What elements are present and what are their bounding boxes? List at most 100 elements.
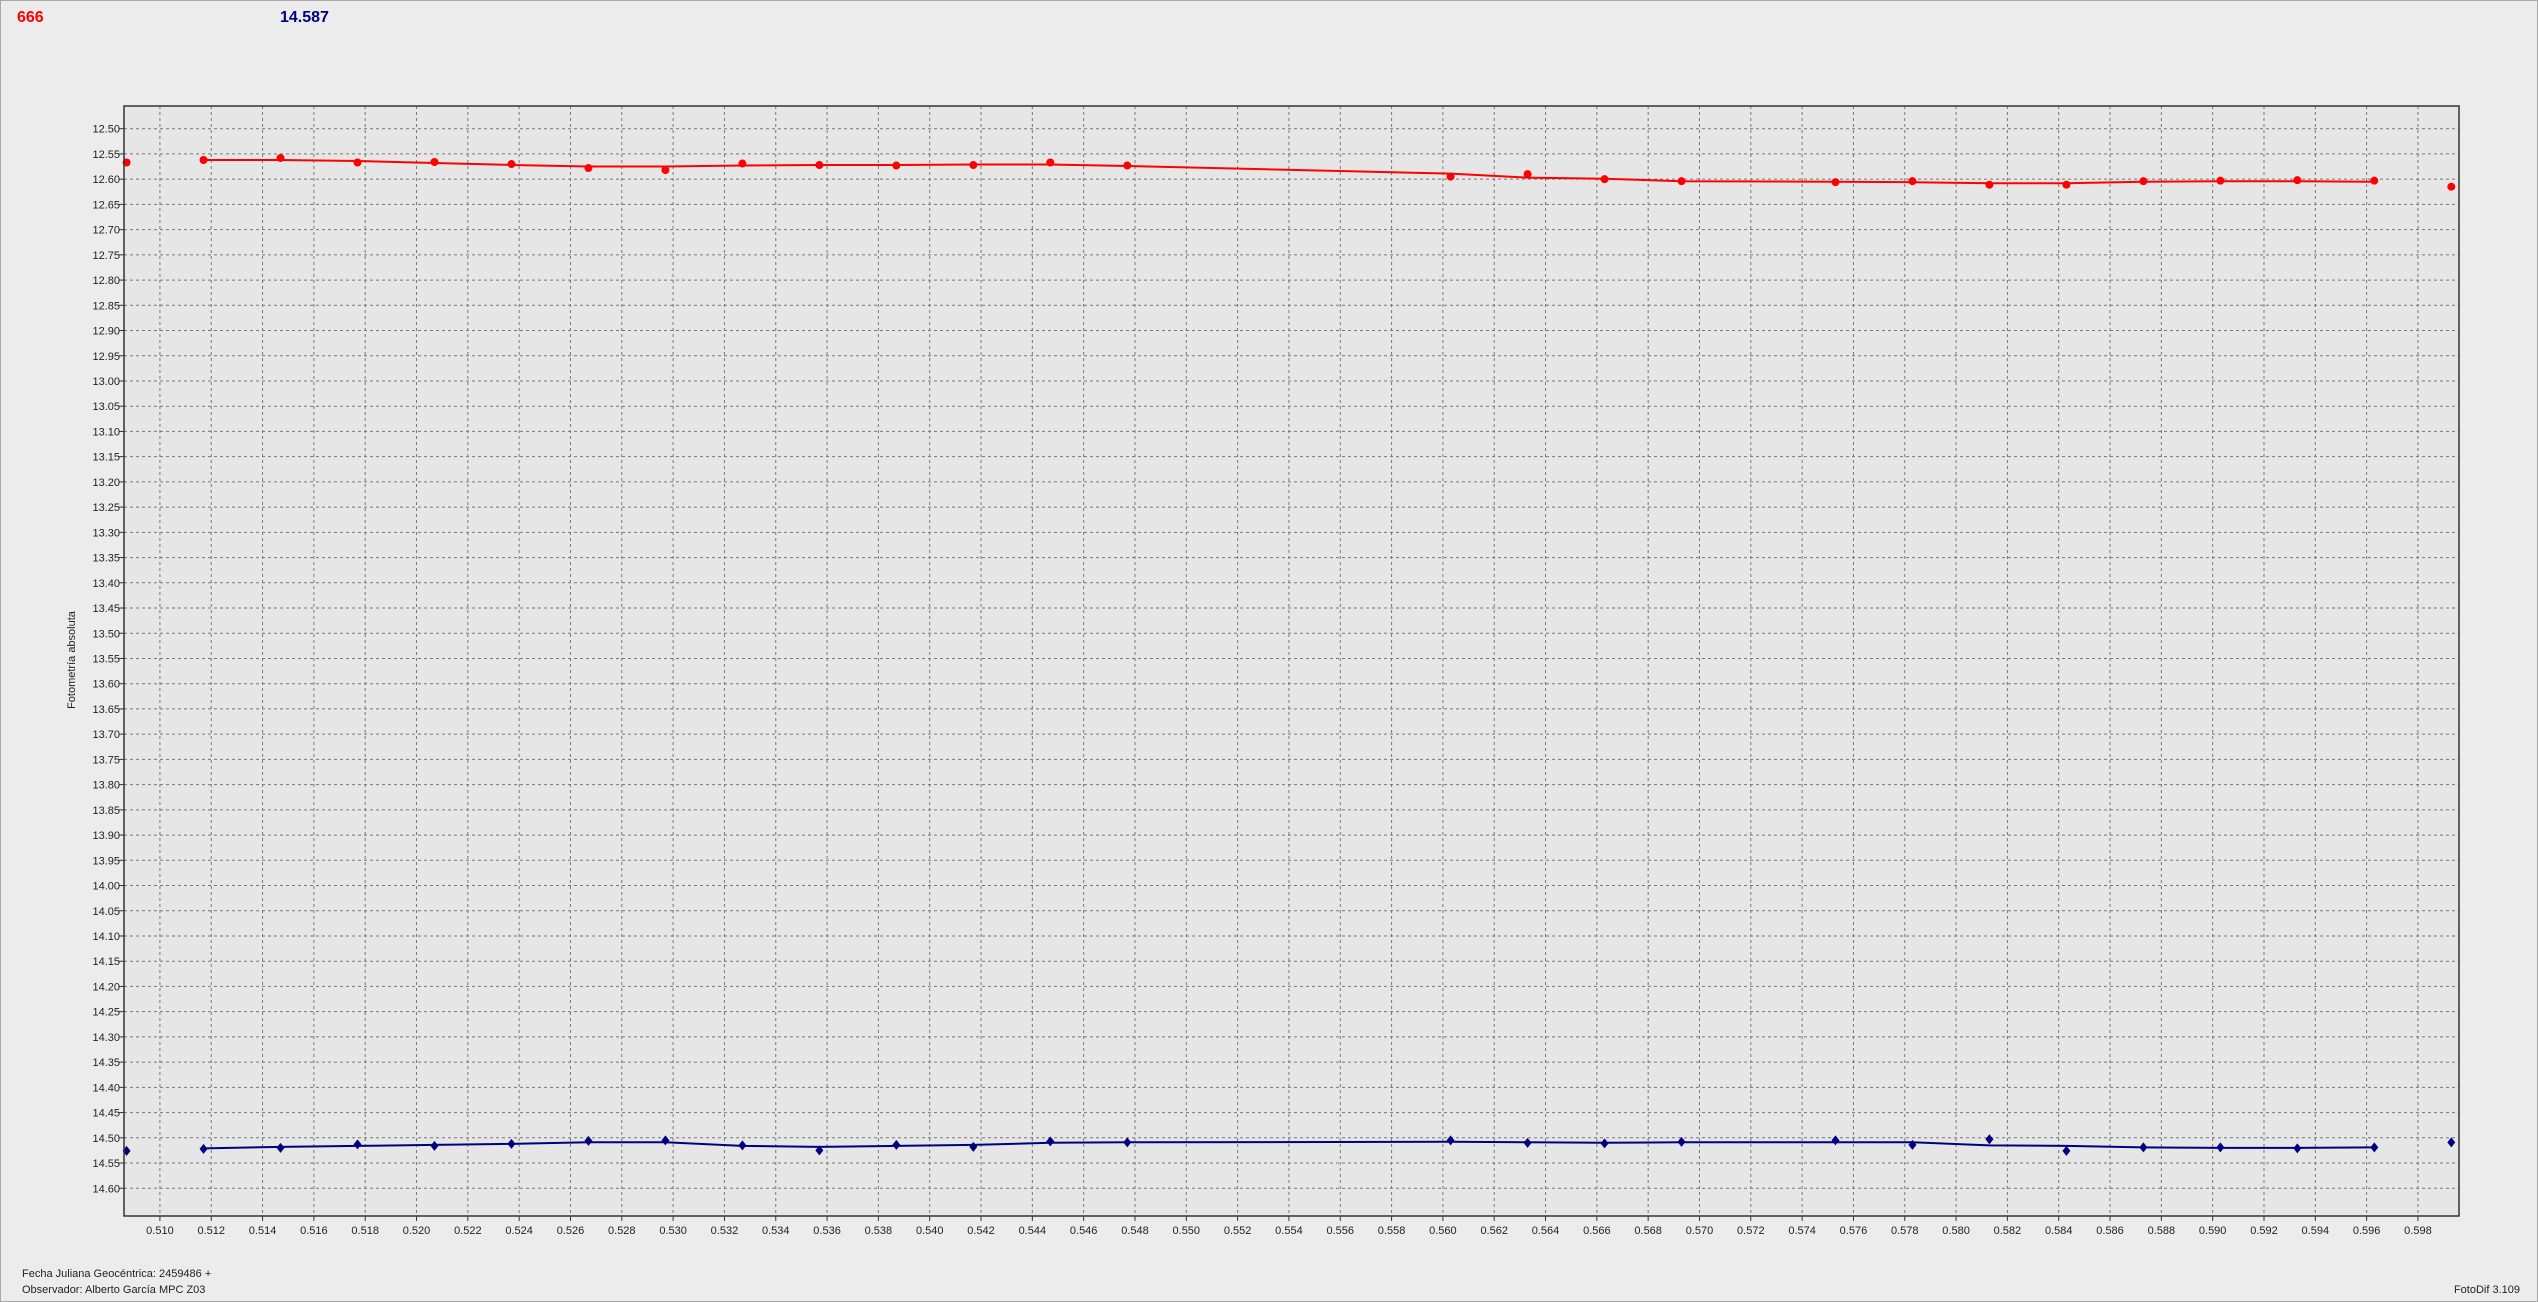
x-tick-label: 0.566 bbox=[1583, 1225, 1611, 1237]
x-tick-label: 0.598 bbox=[2404, 1225, 2432, 1237]
x-tick-label: 0.562 bbox=[1480, 1225, 1508, 1237]
y-tick-label: 13.55 bbox=[92, 653, 120, 665]
x-tick-label: 0.556 bbox=[1326, 1225, 1354, 1237]
y-tick-label: 13.45 bbox=[92, 603, 120, 615]
data-point bbox=[661, 166, 670, 175]
y-tick-label: 12.50 bbox=[92, 124, 120, 136]
y-tick-label: 12.65 bbox=[92, 199, 120, 211]
x-tick-label: 0.586 bbox=[2096, 1225, 2124, 1237]
y-tick-label: 14.20 bbox=[92, 981, 120, 993]
y-tick-label: 14.35 bbox=[92, 1057, 120, 1069]
data-point bbox=[2447, 182, 2456, 191]
data-point bbox=[1831, 178, 1840, 187]
y-tick-label: 13.40 bbox=[92, 578, 120, 590]
x-tick-label: 0.550 bbox=[1173, 1225, 1201, 1237]
data-point bbox=[1908, 177, 1917, 186]
x-tick-label: 0.570 bbox=[1686, 1225, 1714, 1237]
data-point bbox=[2062, 180, 2071, 189]
y-tick-label: 14.15 bbox=[92, 956, 120, 968]
x-tick-label: 0.580 bbox=[1942, 1225, 1970, 1237]
y-tick-label: 12.80 bbox=[92, 275, 120, 287]
y-tick-label: 13.75 bbox=[92, 754, 120, 766]
data-point bbox=[507, 160, 516, 169]
y-tick-label: 12.75 bbox=[92, 250, 120, 262]
x-tick-label: 0.578 bbox=[1891, 1225, 1919, 1237]
data-point bbox=[969, 161, 978, 170]
x-tick-label: 0.590 bbox=[2199, 1225, 2227, 1237]
y-tick-label: 14.45 bbox=[92, 1108, 120, 1120]
data-point bbox=[892, 161, 901, 170]
x-tick-label: 0.552 bbox=[1224, 1225, 1252, 1237]
x-tick-label: 0.560 bbox=[1429, 1225, 1457, 1237]
x-tick-label: 0.576 bbox=[1840, 1225, 1868, 1237]
x-tick-label: 0.522 bbox=[454, 1225, 482, 1237]
y-tick-label: 13.70 bbox=[92, 729, 120, 741]
data-point bbox=[353, 158, 362, 167]
data-point bbox=[2216, 176, 2225, 185]
y-tick-label: 14.00 bbox=[92, 881, 120, 893]
y-tick-label: 12.70 bbox=[92, 225, 120, 237]
x-tick-label: 0.582 bbox=[1994, 1225, 2022, 1237]
y-tick-label: 14.60 bbox=[92, 1183, 120, 1195]
x-tick-label: 0.534 bbox=[762, 1225, 790, 1237]
x-tick-label: 0.532 bbox=[711, 1225, 739, 1237]
y-tick-label: 13.35 bbox=[92, 553, 120, 565]
julian-date-label: Fecha Juliana Geocéntrica: 2459486 + bbox=[22, 1268, 212, 1280]
x-tick-label: 0.524 bbox=[505, 1225, 533, 1237]
x-tick-label: 0.540 bbox=[916, 1225, 944, 1237]
x-tick-label: 0.548 bbox=[1121, 1225, 1149, 1237]
data-point bbox=[2370, 176, 2379, 185]
x-tick-label: 0.592 bbox=[2250, 1225, 2278, 1237]
y-tick-label: 12.60 bbox=[92, 174, 120, 186]
data-point bbox=[1446, 172, 1455, 181]
data-point bbox=[1600, 175, 1609, 184]
y-tick-label: 14.55 bbox=[92, 1158, 120, 1170]
data-point bbox=[1046, 158, 1055, 167]
x-tick-label: 0.554 bbox=[1275, 1225, 1303, 1237]
plot-area bbox=[124, 106, 2459, 1216]
data-point bbox=[276, 153, 285, 162]
x-tick-label: 0.514 bbox=[249, 1225, 277, 1237]
x-tick-label: 0.542 bbox=[967, 1225, 995, 1237]
x-tick-label: 0.538 bbox=[865, 1225, 893, 1237]
y-tick-label: 13.25 bbox=[92, 502, 120, 514]
y-tick-label: 13.05 bbox=[92, 401, 120, 413]
data-point bbox=[199, 155, 208, 164]
y-tick-label: 13.65 bbox=[92, 704, 120, 716]
x-tick-label: 0.572 bbox=[1737, 1225, 1765, 1237]
x-tick-label: 0.520 bbox=[403, 1225, 431, 1237]
y-tick-label: 13.10 bbox=[92, 426, 120, 438]
x-tick-label: 0.536 bbox=[813, 1225, 841, 1237]
y-tick-label: 13.15 bbox=[92, 452, 120, 464]
x-tick-label: 0.530 bbox=[659, 1225, 687, 1237]
data-point bbox=[1523, 170, 1532, 179]
data-point bbox=[2139, 177, 2148, 186]
y-tick-label: 14.05 bbox=[92, 906, 120, 918]
y-tick-label: 12.95 bbox=[92, 351, 120, 363]
x-tick-label: 0.594 bbox=[2302, 1225, 2330, 1237]
x-tick-label: 0.510 bbox=[146, 1225, 174, 1237]
x-tick-label: 0.588 bbox=[2148, 1225, 2176, 1237]
x-tick-label: 0.528 bbox=[608, 1225, 636, 1237]
x-tick-label: 0.526 bbox=[557, 1225, 585, 1237]
y-tick-label: 14.10 bbox=[92, 931, 120, 943]
y-tick-label: 13.20 bbox=[92, 477, 120, 489]
y-tick-label: 13.95 bbox=[92, 855, 120, 867]
x-tick-label: 0.512 bbox=[197, 1225, 225, 1237]
x-tick-label: 0.546 bbox=[1070, 1225, 1098, 1237]
y-tick-label: 14.30 bbox=[92, 1032, 120, 1044]
y-tick-label: 13.60 bbox=[92, 679, 120, 691]
y-tick-label: 12.55 bbox=[92, 149, 120, 161]
y-tick-label: 14.25 bbox=[92, 1007, 120, 1019]
y-tick-label: 13.00 bbox=[92, 376, 120, 388]
x-tick-label: 0.564 bbox=[1532, 1225, 1560, 1237]
data-point bbox=[738, 159, 747, 168]
y-tick-label: 12.90 bbox=[92, 326, 120, 338]
x-tick-label: 0.584 bbox=[2045, 1225, 2073, 1237]
observer-label: Observador: Alberto García MPC Z03 bbox=[22, 1284, 206, 1296]
y-tick-label: 13.85 bbox=[92, 805, 120, 817]
x-tick-label: 0.544 bbox=[1019, 1225, 1047, 1237]
data-point bbox=[2293, 176, 2302, 185]
data-point bbox=[430, 158, 439, 167]
x-tick-label: 0.574 bbox=[1788, 1225, 1816, 1237]
